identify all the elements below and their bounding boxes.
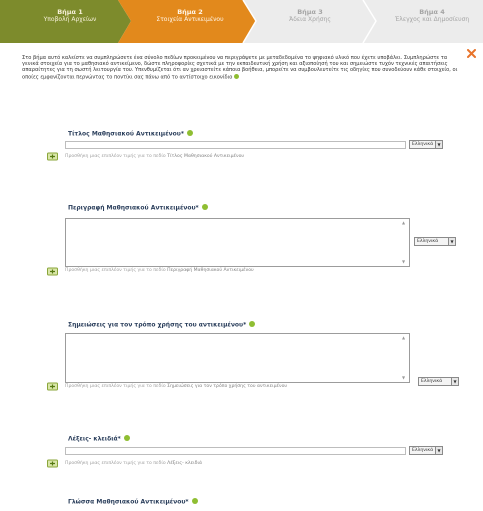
field-description-label-text: Περιγραφή Μαθησιακού Αντικειμένου* — [68, 204, 199, 212]
step-3: Βήμα 3 Άδεια Χρήσης — [264, 8, 356, 24]
description-language-select[interactable]: Ελληνικά ▼ — [414, 237, 456, 246]
step-2-number: Βήμα 2 — [177, 8, 203, 16]
keywords-add-hint-prefix: Προσθήκη μιας επιπλέον τιμής για το πεδί… — [65, 461, 166, 466]
field-usage-notes-label: Σημειώσεις για τον τρόπο χρήσης του αντι… — [68, 321, 256, 329]
step-1-label: Υποβολή Αρχείων — [43, 16, 97, 23]
help-icon[interactable] — [123, 435, 130, 441]
description-add-hint: Προσθήκη μιας επιπλέον τιμής για το πεδί… — [65, 268, 254, 273]
intro-text-block: Στο βήμα αυτό καλείστε να συμπληρώσετε έ… — [22, 55, 462, 80]
description-add-hint-prefix: Προσθήκη μιας επιπλέον τιμής για το πεδί… — [65, 268, 166, 273]
step-2-label: Στοιχεία Αντικειμένου — [156, 16, 224, 23]
usage-notes-add-hint: Προσθήκη μιας επιπλέον τιμής για το πεδί… — [65, 384, 287, 389]
step-4-number: Βήμα 4 — [419, 8, 445, 16]
chevron-down-icon: ▼ — [435, 141, 442, 148]
field-usage-notes-label-text: Σημειώσεις για τον τρόπο χρήσης του αντι… — [68, 321, 247, 329]
usage-notes-add-hint-field: Σημειώσεις για τον τρόπο χρήσης του αντι… — [167, 384, 288, 389]
usage-notes-language-select[interactable]: Ελληνικά ▼ — [418, 377, 459, 386]
step-4: Βήμα 4 Έλεγχος και Δημοσίευση — [384, 8, 480, 24]
title-add-hint-prefix: Προσθήκη μιας επιπλέον τιμής για το πεδί… — [65, 154, 166, 159]
keywords-language-value: Ελληνικά — [412, 448, 434, 453]
scroll-up-icon[interactable]: ▲ — [401, 336, 406, 340]
title-language-value: Ελληνικά — [412, 142, 434, 147]
step-1-number: Βήμα 1 — [57, 8, 83, 16]
step-4-label: Έλεγχος και Δημοσίευση — [394, 16, 470, 23]
title-add-hint-field: Τίτλος Μαθησιακού Αντικειμένου — [167, 154, 245, 159]
field-keywords-label: Λέξεις- κλειδιά* — [68, 435, 130, 443]
step-2[interactable]: Βήμα 2 Στοιχεία Αντικειμένου — [144, 8, 236, 24]
title-input[interactable] — [65, 141, 406, 149]
help-icon[interactable] — [234, 73, 240, 79]
keywords-language-select[interactable]: Ελληνικά ▼ — [409, 446, 443, 455]
scroll-down-icon[interactable]: ▼ — [401, 260, 406, 264]
field-keywords-label-text: Λέξεις- κλειδιά* — [68, 435, 121, 443]
help-icon[interactable] — [249, 321, 256, 327]
chevron-down-icon: ▼ — [448, 238, 455, 245]
description-add-hint-field: Περιγραφή Μαθησιακού Αντικειμένου — [167, 268, 254, 273]
keywords-input[interactable] — [65, 447, 406, 455]
title-add-hint: Προσθήκη μιας επιπλέον τιμής για το πεδί… — [65, 154, 244, 159]
step-1[interactable]: Βήμα 1 Υποβολή Αρχείων — [24, 8, 116, 24]
usage-notes-textarea[interactable]: ▲ ▼ — [65, 333, 410, 383]
help-icon[interactable] — [191, 498, 198, 504]
description-textarea[interactable]: ▲ ▼ — [65, 218, 410, 267]
step-3-label: Άδεια Χρήσης — [289, 16, 331, 23]
step-3-number: Βήμα 3 — [297, 8, 323, 16]
chevron-down-icon: ▼ — [435, 447, 442, 454]
intro-text: Στο βήμα αυτό καλείστε να συμπληρώσετε έ… — [22, 55, 458, 81]
usage-notes-language-value: Ελληνικά — [421, 379, 443, 384]
field-description-label: Περιγραφή Μαθησιακού Αντικειμένου* — [68, 204, 208, 212]
keywords-add-hint-field: Λέξεις- κλειδιά — [167, 461, 203, 466]
add-value-icon[interactable] — [47, 267, 59, 276]
add-value-icon[interactable] — [47, 459, 59, 468]
close-icon[interactable] — [467, 49, 476, 58]
scroll-down-icon[interactable]: ▼ — [401, 376, 406, 380]
usage-notes-add-hint-prefix: Προσθήκη μιας επιπλέον τιμής για το πεδί… — [65, 384, 166, 389]
field-title-label-text: Τίτλος Μαθησιακού Αντικειμένου* — [68, 130, 184, 138]
scroll-up-icon[interactable]: ▲ — [401, 221, 406, 225]
description-language-value: Ελληνικά — [417, 239, 439, 244]
keywords-add-hint: Προσθήκη μιας επιπλέον τιμής για το πεδί… — [65, 461, 202, 466]
step-wizard: Βήμα 1 Υποβολή Αρχείων Βήμα 2 Στοιχεία Α… — [0, 0, 483, 43]
field-title-label: Τίτλος Μαθησιακού Αντικειμένου* — [68, 130, 193, 138]
field-object-language-label: Γλώσσα Μαθησιακού Αντικειμένου* — [68, 498, 198, 506]
title-language-select[interactable]: Ελληνικά ▼ — [409, 140, 443, 149]
help-icon[interactable] — [186, 130, 193, 136]
chevron-down-icon: ▼ — [451, 378, 458, 385]
field-object-language-label-text: Γλώσσα Μαθησιακού Αντικειμένου* — [68, 498, 189, 506]
add-value-icon[interactable] — [47, 382, 59, 391]
help-icon[interactable] — [201, 204, 208, 210]
add-value-icon[interactable] — [47, 152, 59, 161]
